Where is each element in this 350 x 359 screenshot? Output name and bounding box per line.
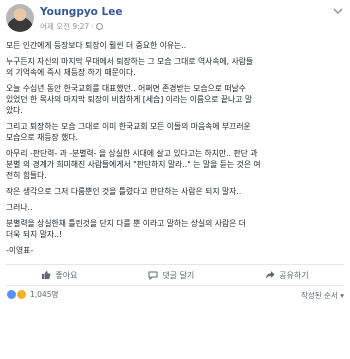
post-line: 누구든지 자신의 마지막 무대에서 퇴장하는 그 모습 그대로 역사속에, 사람…	[6, 57, 254, 66]
action-bar: 좋아요 댓글 달기 공유하기	[6, 268, 344, 282]
sad-reaction-icon	[16, 289, 27, 300]
post-paragraph: 그리고 퇴장하는 모습 그대로 이미 한국교회 모든 이들의 마음속에 부끄러운…	[6, 121, 346, 143]
post-paragraph: 작은 생각으로 그저 다름뿐인 것을 틀렸다고 판단하는 사람은 되지 말자..	[6, 186, 346, 197]
post-header: Youngpyo Lee 어제 오전 9:27 ·	[6, 4, 346, 34]
post-line: 분별력을 상실한채 틀린것을 단지 다를 뿐 이라고 말하는 상실의 사람은 더	[6, 219, 246, 228]
post-line: 더욱 되지 말자..!	[6, 230, 63, 239]
post-line: 았다.	[6, 106, 23, 115]
post-line: 모습으로 재등장 했다.	[6, 133, 78, 142]
like-button[interactable]: 좋아요	[41, 270, 78, 281]
post-line: 분별 의 경계가 희미해진 사람들에게서 "판단하지 말라.." 는 말을 듣는…	[6, 160, 261, 169]
reaction-summary[interactable]: 1,045명	[6, 289, 58, 300]
post-line: 전히 힘들다.	[6, 171, 47, 180]
post-paragraph: 모든 인간에게 등장보다 퇴장이 훨씬 더 중요한 이유는..	[6, 40, 346, 51]
post-line: 있었던 한 목사의 마지막 퇴장이 비참하게 [세습] 이라는 이름으로 끝나고…	[6, 95, 253, 104]
author-avatar[interactable]	[6, 4, 34, 32]
post-time[interactable]: 어제 오전 9:27	[40, 21, 89, 32]
author-name[interactable]: Youngpyo Lee	[40, 6, 122, 18]
like-label: 좋아요	[55, 270, 78, 280]
comment-button[interactable]: 댓글 달기	[148, 270, 194, 281]
post-meta: 어제 오전 9:27 ·	[40, 21, 103, 32]
post-text: 모든 인간에게 등장보다 퇴장이 훨씬 더 중요한 이유는.. 누구든지 자신의 …	[6, 40, 346, 261]
post-line: 모든 인간에게 등장보다 퇴장이 훨씬 더 중요한 이유는..	[6, 41, 187, 50]
comment-icon	[148, 271, 158, 280]
share-button[interactable]: 공유하기	[265, 270, 309, 281]
post-paragraph: 분별력을 상실한채 틀린것을 단지 다를 뿐 이라고 말하는 상실의 사람은 더…	[6, 218, 346, 240]
share-label: 공유하기	[279, 270, 309, 280]
post-line: 작은 생각으로 그저 다름뿐인 것을 틀렸다고 판단하는 사람은 되지 말자..	[6, 187, 242, 196]
post-line: 오늘 수십년 동안 한국교회를 대표했던.. 어쩌면 존경받는 모습으로 떠날수	[6, 84, 246, 93]
post-paragraph: 오늘 수십년 동안 한국교회를 대표했던.. 어쩌면 존경받는 모습으로 떠날수…	[6, 83, 346, 116]
post-paragraph: 그러나..	[6, 202, 346, 213]
post-paragraph: -이영표-	[6, 245, 346, 256]
divider	[6, 264, 344, 265]
reaction-count: 1,045명	[30, 290, 59, 299]
globe-icon	[95, 23, 103, 30]
comment-label: 댓글 달기	[162, 270, 195, 280]
share-icon	[266, 271, 275, 279]
post-line: 의 기억속에 즉시 재등장 하기 때문이다.	[6, 68, 136, 77]
post-line: -이영표-	[6, 246, 34, 255]
post-line: 그러나..	[6, 203, 33, 212]
thumbs-up-icon	[42, 271, 51, 279]
post-paragraph: 누구든지 자신의 마지막 무대에서 퇴장하는 그 모습 그대로 역사속에, 사람…	[6, 56, 346, 78]
divider	[6, 285, 344, 286]
post-line: 그리고 퇴장하는 모습 그대로 이미 한국교회 모든 이들의 마음속에 부끄러운	[6, 122, 251, 131]
post-paragraph: 아무리 -판단력- 과 -분별력- 을 상실한 시대에 살고 있다고는 하지만.…	[6, 148, 346, 181]
comment-sort-dropdown[interactable]: 작성된 순서 ▾	[301, 290, 344, 301]
chevron-down-icon[interactable]	[332, 6, 344, 16]
post-line: 아무리 -판단력- 과 -분별력- 을 상실한 시대에 살고 있다고는 하지만.…	[6, 149, 258, 158]
